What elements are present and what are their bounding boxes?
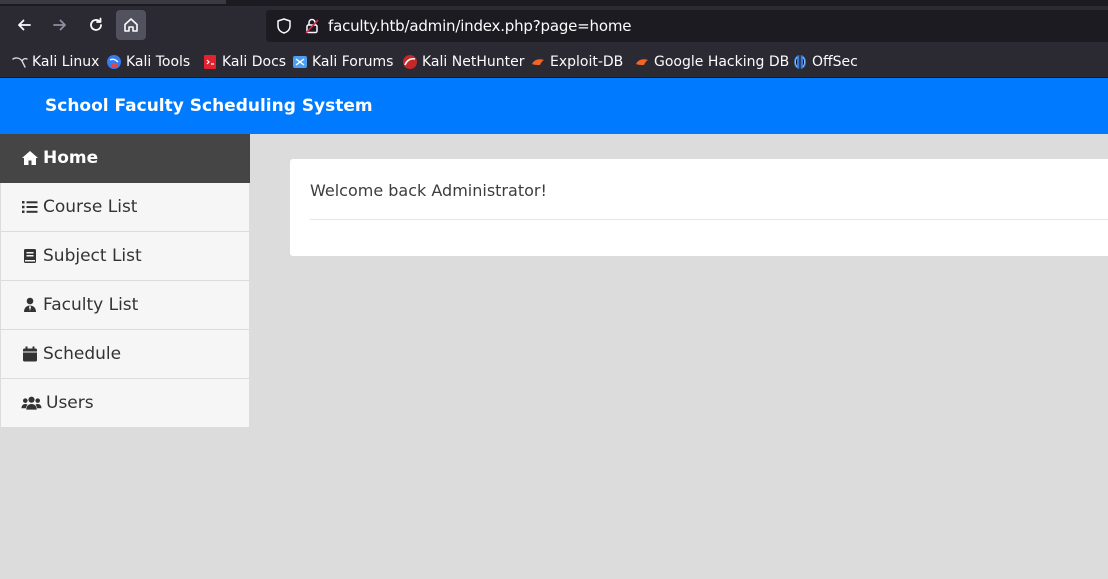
insecure-lock-icon[interactable] (303, 17, 321, 35)
active-tab-indicator[interactable] (0, 0, 226, 4)
arrow-left-icon (18, 19, 31, 31)
home-icon (22, 151, 38, 165)
sidebar-item-schedule[interactable]: Schedule (0, 330, 250, 379)
users-icon (21, 396, 42, 410)
home-outline-icon (124, 18, 138, 32)
book-icon (24, 249, 36, 263)
reload-button[interactable] (81, 10, 111, 40)
bookmark-offsec[interactable]: OffSec (792, 52, 858, 72)
sidebar-item-home[interactable]: Home (0, 134, 250, 183)
list-icon (22, 201, 38, 213)
sidebar-item-subject-list[interactable]: Subject List (0, 232, 250, 281)
reload-icon (90, 17, 102, 31)
browser-toolbar: faculty.htb/admin/index.php?page=home (0, 6, 1108, 44)
bookmark-kali-forums[interactable]: Kali Forums (292, 52, 393, 72)
exploit-db-icon (532, 59, 544, 65)
bookmark-exploit-db[interactable]: Exploit-DB (530, 52, 623, 72)
sidebar-item-label: Subject List (43, 246, 142, 266)
app-title: School Faculty Scheduling System (45, 96, 373, 116)
sidebar-item-label: Users (46, 393, 94, 413)
welcome-card: Welcome back Administrator! (290, 159, 1108, 256)
sidebar-item-label: Schedule (43, 344, 122, 364)
arrow-right-icon (53, 19, 66, 31)
sidebar-item-users[interactable]: Users (0, 379, 250, 428)
divider (310, 219, 1108, 220)
bookmark-kali-tools[interactable]: Kali Tools (106, 52, 190, 72)
sidebar-item-label: Course List (43, 197, 138, 217)
sidebar-item-faculty-list[interactable]: Faculty List (0, 281, 250, 330)
bookmarks-toolbar: Kali Linux Kali Tools Kali Docs Kali For… (0, 44, 1108, 78)
kali-dragon-icon (12, 57, 28, 68)
bookmark-kali-docs[interactable]: Kali Docs (202, 52, 286, 72)
home-button[interactable] (116, 10, 146, 40)
bookmark-kali-linux[interactable]: Kali Linux (12, 52, 99, 72)
app-header: School Faculty Scheduling System (0, 78, 1108, 134)
sidebar-nav: Home Course List Subject List Faculty Li… (0, 134, 250, 428)
back-button[interactable] (9, 10, 39, 40)
bookmark-google-hacking-db[interactable]: Google Hacking DB (634, 52, 789, 72)
forward-button[interactable] (45, 10, 75, 40)
welcome-message: Welcome back Administrator! (310, 181, 547, 200)
address-bar[interactable]: faculty.htb/admin/index.php?page=home (266, 10, 1108, 42)
kali-tools-icon (107, 55, 121, 69)
sidebar-item-course-list[interactable]: Course List (0, 183, 250, 232)
kali-docs-icon (204, 55, 216, 69)
ghdb-icon (636, 59, 648, 65)
url-text[interactable]: faculty.htb/admin/index.php?page=home (328, 17, 631, 35)
nethunter-icon (403, 55, 417, 69)
sidebar-item-label: Faculty List (43, 295, 139, 315)
kali-forums-icon (293, 56, 307, 68)
bookmark-kali-nethunter[interactable]: Kali NetHunter (402, 52, 524, 72)
shield-icon[interactable] (275, 17, 293, 35)
sidebar-item-label: Home (43, 148, 99, 168)
offsec-icon (794, 55, 806, 69)
calendar-icon (23, 346, 37, 362)
user-tie-icon (24, 297, 36, 312)
